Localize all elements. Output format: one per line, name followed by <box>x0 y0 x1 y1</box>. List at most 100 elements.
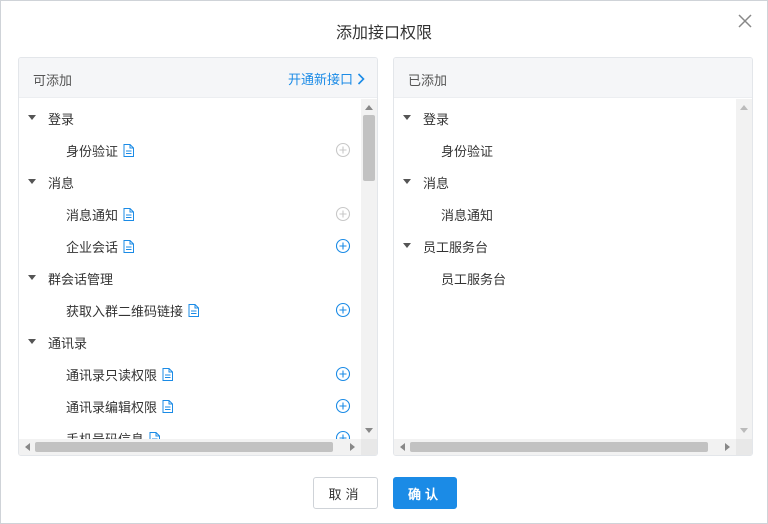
tree-row-label: 登录 <box>48 109 74 128</box>
tree-row-label: 通讯录编辑权限 <box>66 397 174 416</box>
tree-group-row[interactable]: 员工服务台 <box>394 230 736 262</box>
tree-row-text: 身份验证 <box>66 143 119 159</box>
tree-row-text: 员工服务台 <box>423 239 489 255</box>
tree-row-text: 企业会话 <box>66 239 119 255</box>
tree-row-label: 消息通知 <box>66 205 135 224</box>
tree-row-label: 消息 <box>48 173 74 192</box>
scroll-left-arrow-icon[interactable] <box>400 443 405 451</box>
add-circle-icon[interactable] <box>335 302 351 318</box>
tree-row-label: 员工服务台 <box>423 237 488 256</box>
tree-row-label: 通讯录 <box>48 333 87 352</box>
tree-item-row[interactable]: 身份验证 <box>19 134 361 166</box>
tree-group-row[interactable]: 登录 <box>394 102 736 134</box>
add-api-permission-dialog: 添加接口权限 可添加 开通新接口 登录 身份验证 消息 消息通知 企业会话 群会话管理 获取… <box>0 0 768 524</box>
tree-row-label: 通讯录只读权限 <box>66 365 174 384</box>
scrollbar-corner <box>736 439 752 455</box>
tree-row-text: 手机号码信息 <box>66 431 145 440</box>
tree-row-label: 身份验证 <box>66 141 135 160</box>
caret-down-icon[interactable] <box>28 115 36 120</box>
horizontal-scrollbar[interactable] <box>19 439 361 455</box>
tree-item-row[interactable]: 消息通知 <box>19 198 361 230</box>
add-circle-icon[interactable] <box>335 238 351 254</box>
document-icon <box>188 303 200 317</box>
add-circle-disabled-icon <box>335 206 351 222</box>
tree-row-label: 群会话管理 <box>48 269 113 288</box>
tree-group-row[interactable]: 通讯录 <box>19 326 361 358</box>
tree-item-row[interactable]: 通讯录只读权限 <box>19 358 361 390</box>
tree-item-row[interactable]: 企业会话 <box>19 230 361 262</box>
cancel-button[interactable]: 取消 <box>313 477 378 509</box>
caret-down-icon[interactable] <box>403 243 411 248</box>
add-circle-icon[interactable] <box>335 430 351 439</box>
added-panel-title: 已添加 <box>408 73 448 88</box>
tree-group-row[interactable]: 登录 <box>19 102 361 134</box>
tree-row-text: 登录 <box>48 111 75 127</box>
tree-item-row[interactable]: 消息通知 <box>394 198 736 230</box>
tree-row-label: 登录 <box>423 109 449 128</box>
add-circle-icon[interactable] <box>335 398 351 414</box>
tree-row-text: 获取入群二维码链接 <box>66 303 184 319</box>
available-panel: 可添加 开通新接口 登录身份验证消息消息通知企业会话群会话管理获取入群二维码链接… <box>18 57 378 456</box>
scroll-right-arrow-icon[interactable] <box>725 443 730 451</box>
tree-item-row[interactable]: 手机号码信息 <box>19 422 361 439</box>
available-tree: 登录身份验证消息消息通知企业会话群会话管理获取入群二维码链接通讯录通讯录只读权限… <box>19 99 361 439</box>
scroll-thumb[interactable] <box>363 115 375 181</box>
tree-row-label: 获取入群二维码链接 <box>66 301 200 320</box>
tree-row-text: 身份验证 <box>441 143 494 159</box>
document-icon <box>123 239 135 253</box>
open-new-api-link-label: 开通新接口 <box>287 72 353 87</box>
scroll-down-arrow-icon[interactable] <box>740 428 748 433</box>
tree-item-row[interactable]: 身份验证 <box>394 134 736 166</box>
tree-row-label: 消息通知 <box>441 205 493 224</box>
tree-row-text: 登录 <box>423 111 450 127</box>
document-icon <box>123 143 135 157</box>
document-icon <box>149 431 161 439</box>
caret-down-icon[interactable] <box>28 275 36 280</box>
tree-group-row[interactable]: 消息 <box>19 166 361 198</box>
tree-row-text: 消息 <box>423 175 450 191</box>
scroll-left-arrow-icon[interactable] <box>25 443 30 451</box>
available-panel-title: 可添加 <box>33 73 73 88</box>
tree-row-label: 企业会话 <box>66 237 135 256</box>
horizontal-scrollbar[interactable] <box>394 439 736 455</box>
caret-down-icon[interactable] <box>403 179 411 184</box>
caret-down-icon[interactable] <box>403 115 411 120</box>
added-panel-header: 已添加 <box>394 58 752 98</box>
vertical-scrollbar[interactable] <box>361 99 377 439</box>
scroll-down-arrow-icon[interactable] <box>365 428 373 433</box>
tree-item-row[interactable]: 获取入群二维码链接 <box>19 294 361 326</box>
scroll-thumb[interactable] <box>410 442 708 452</box>
tree-item-row[interactable]: 员工服务台 <box>394 262 736 294</box>
scroll-up-arrow-icon[interactable] <box>365 105 373 110</box>
tree-row-text: 通讯录 <box>48 335 88 351</box>
scrollbar-corner <box>361 439 377 455</box>
tree-row-text: 消息通知 <box>66 207 119 223</box>
tree-row-text: 员工服务台 <box>441 271 507 287</box>
scroll-thumb[interactable] <box>35 442 333 452</box>
vertical-scrollbar[interactable] <box>736 99 752 439</box>
tree-row-text: 通讯录只读权限 <box>66 367 158 383</box>
scroll-up-arrow-icon[interactable] <box>740 105 748 110</box>
tree-row-label: 消息 <box>423 173 449 192</box>
tree-item-row[interactable]: 通讯录编辑权限 <box>19 390 361 422</box>
confirm-button[interactable]: 确认 <box>393 477 457 509</box>
tree-row-text: 消息通知 <box>441 207 494 223</box>
document-icon <box>162 367 174 381</box>
caret-down-icon[interactable] <box>28 339 36 344</box>
close-icon[interactable] <box>735 11 755 31</box>
tree-row-text: 群会话管理 <box>48 271 114 287</box>
chevron-right-icon <box>357 72 365 85</box>
tree-group-row[interactable]: 消息 <box>394 166 736 198</box>
add-circle-disabled-icon <box>335 142 351 158</box>
add-circle-icon[interactable] <box>335 366 351 382</box>
added-tree: 登录 身份验证 消息 消息通知 员工服务台 员工服务台 <box>394 99 736 439</box>
document-icon <box>162 399 174 413</box>
tree-row-text: 通讯录编辑权限 <box>66 399 158 415</box>
scroll-right-arrow-icon[interactable] <box>350 443 355 451</box>
added-panel: 已添加 登录 身份验证 消息 消息通知 员工服务台 员工服务台 <box>393 57 753 456</box>
caret-down-icon[interactable] <box>28 179 36 184</box>
open-new-api-link[interactable]: 开通新接口 <box>288 69 365 88</box>
available-panel-header: 可添加 开通新接口 <box>19 58 377 98</box>
tree-group-row[interactable]: 群会话管理 <box>19 262 361 294</box>
tree-row-label: 员工服务台 <box>441 269 506 288</box>
